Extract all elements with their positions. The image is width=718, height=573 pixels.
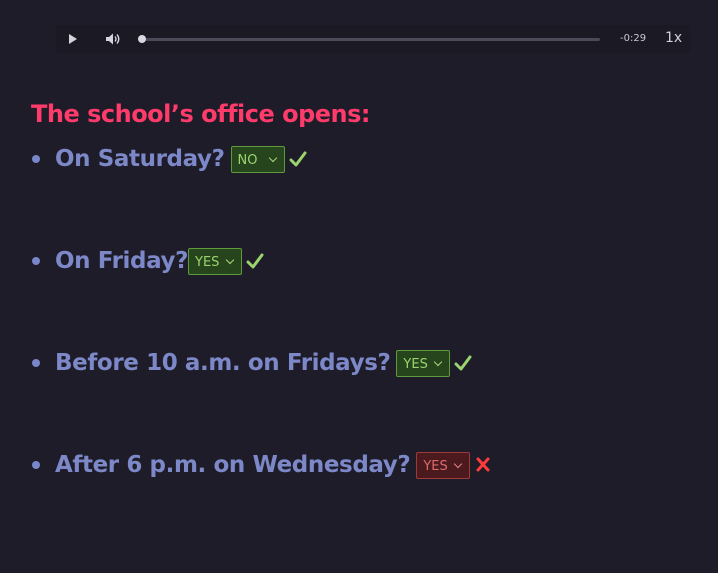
- audio-player: -0:29 1x: [56, 25, 690, 53]
- checkmark-icon: [246, 253, 264, 269]
- answer-select[interactable]: YES: [396, 349, 451, 377]
- play-icon[interactable]: [69, 34, 77, 44]
- chevron-down-icon: [454, 459, 463, 468]
- progress-knob[interactable]: [138, 35, 146, 43]
- checkmark-icon: [289, 151, 307, 167]
- volume-icon[interactable]: [105, 32, 121, 46]
- playback-speed-button[interactable]: 1x: [665, 30, 682, 46]
- answer-select-value: YES: [403, 356, 428, 372]
- question-text: On Saturday?: [55, 146, 225, 172]
- answer-select[interactable]: YES: [416, 451, 471, 479]
- question-item: On Friday? YES: [32, 246, 264, 276]
- question-text: On Friday?: [55, 248, 189, 274]
- cross-icon: [476, 457, 490, 472]
- bullet: [32, 359, 40, 367]
- question-text: After 6 p.m. on Wednesday?: [55, 452, 411, 478]
- answer-select[interactable]: NO: [230, 145, 285, 173]
- checkmark-icon: [454, 355, 472, 371]
- answer-select-value: NO: [237, 152, 258, 168]
- question-heading: The school’s office opens:: [31, 100, 371, 128]
- answer-select-value: YES: [423, 458, 448, 474]
- answer-select-value: YES: [195, 254, 220, 270]
- bullet: [32, 257, 40, 265]
- chevron-down-icon: [268, 153, 277, 162]
- question-item: On Saturday? NO: [32, 144, 307, 174]
- question-text: Before 10 a.m. on Fridays?: [55, 350, 391, 376]
- answer-select[interactable]: YES: [188, 247, 243, 275]
- bullet: [32, 155, 40, 163]
- bullet: [32, 461, 40, 469]
- chevron-down-icon: [434, 357, 443, 366]
- time-remaining: -0:29: [620, 33, 647, 44]
- progress-track[interactable]: [142, 38, 600, 41]
- chevron-down-icon: [225, 255, 235, 264]
- question-item: After 6 p.m. on Wednesday? YES: [32, 450, 492, 480]
- question-item: Before 10 a.m. on Fridays? YES: [32, 348, 472, 378]
